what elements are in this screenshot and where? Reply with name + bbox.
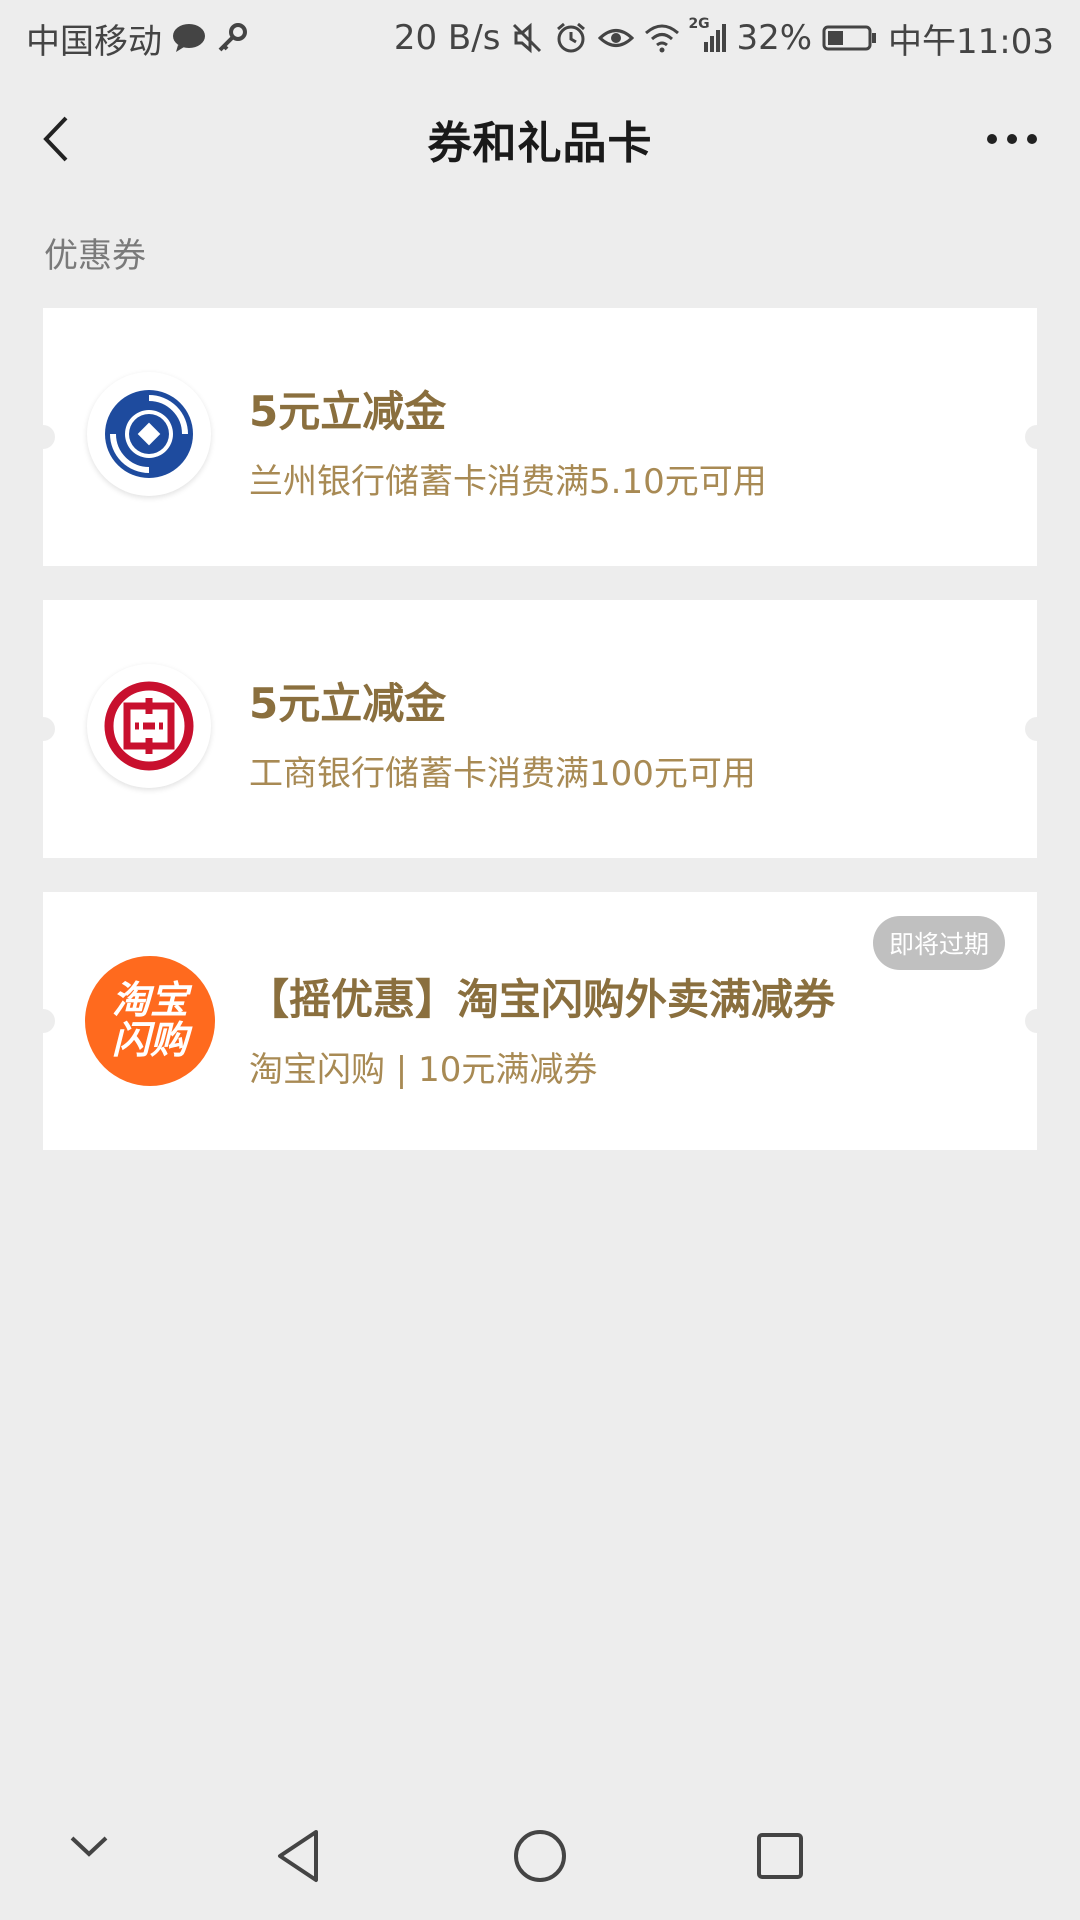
triangle-back-icon [278,1830,318,1882]
coupon-card-taobao[interactable]: 淘宝 闪购 即将过期 【摇优惠】淘宝闪购外卖满减券 淘宝闪购 | 10元满减券 [31,892,1049,1150]
section-title: 优惠券 [44,236,146,276]
coupon-title: 【摇优惠】淘宝闪购外卖满减券 [247,975,836,1024]
coupon-title: 5元立减金 [249,679,447,728]
logo-text: 闪购 [111,1018,188,1062]
icbc-logo-icon [87,664,211,788]
more-dots-icon [987,134,1037,144]
more-button[interactable] [982,116,1042,162]
status-bar: 中国移动 20 B/s 2G 32% 中午11:03 [0,0,1080,76]
clock: 中午11:03 [888,21,1054,62]
signal-label: 2G [688,16,710,32]
square-recents-icon [757,1833,803,1879]
nav-bar: 券和礼品卡 [0,76,1080,202]
circle-home-icon [514,1830,566,1882]
recents-button[interactable] [754,1826,806,1890]
chevron-left-icon [43,116,68,162]
card-notch [31,717,55,741]
alarm-icon [554,21,588,55]
card-notch [31,1009,55,1033]
key-icon [216,22,248,54]
net-speed: 20 B/s [393,18,501,58]
battery-percent: 32% [736,18,813,58]
coupon-subtitle: 兰州银行储蓄卡消费满5.10元可用 [249,462,767,502]
coupon-subtitle: 工商银行储蓄卡消费满100元可用 [249,754,756,794]
taobao-shangou-logo-icon: 淘宝 闪购 [85,956,215,1086]
page-title: 券和礼品卡 [427,118,653,169]
coupon-subtitle: 淘宝闪购 | 10元满减券 [249,1050,598,1090]
signal-icon: 2G [688,16,727,54]
mute-icon [510,21,544,55]
coupon-card-lanzhou[interactable]: 5元立减金 兰州银行储蓄卡消费满5.10元可用 [31,308,1049,566]
chevron-down-icon [70,1836,108,1857]
card-notch [1025,717,1049,741]
coupon-title: 5元立减金 [249,387,447,436]
wifi-icon [644,23,680,53]
home-button[interactable] [512,1826,568,1890]
lanzhou-bank-logo-icon [87,372,211,496]
back-button[interactable] [34,112,88,166]
expiring-badge: 即将过期 [872,916,1005,970]
coupon-card-icbc[interactable]: 5元立减金 工商银行储蓄卡消费满100元可用 [31,600,1049,858]
logo-text: 淘宝 [111,978,188,1023]
battery-icon [822,24,878,52]
system-nav-bar [0,1800,1080,1920]
carrier-name: 中国移动 [26,21,162,62]
card-notch [1025,425,1049,449]
card-notch [31,425,55,449]
card-notch [1025,1009,1049,1033]
system-back-button[interactable] [272,1826,324,1890]
eye-icon [598,23,635,53]
hide-nav-button[interactable] [66,1826,112,1870]
chat-bubble-icon [172,23,206,53]
